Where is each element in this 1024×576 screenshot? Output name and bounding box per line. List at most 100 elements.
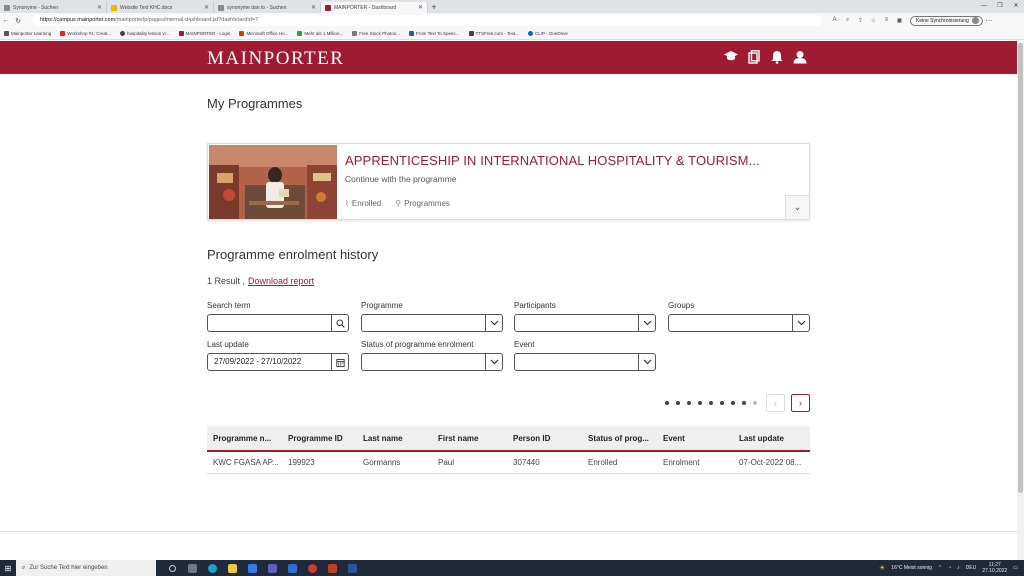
search-term-input[interactable]	[207, 314, 349, 332]
page-scrollbar[interactable]	[1017, 41, 1024, 560]
column-header[interactable]: Event	[657, 434, 733, 443]
scrollbar-thumb[interactable]	[1018, 43, 1023, 493]
maximize-icon[interactable]: ❐	[992, 0, 1008, 13]
word-icon[interactable]	[342, 560, 362, 576]
browser-tab[interactable]: Synonyme - Suchen ✕	[0, 2, 107, 13]
language-indicator[interactable]: DEU	[966, 565, 977, 571]
reload-icon[interactable]: ↻	[12, 17, 24, 25]
bookmark-item[interactable]: Microsoft Office Ho...	[239, 31, 288, 36]
close-tab-icon[interactable]: ✕	[311, 4, 316, 11]
bookmark-item[interactable]: CLIP - OneDrive	[527, 31, 568, 36]
browser-tab[interactable]: Website Text KHC.docx ✕	[107, 2, 214, 13]
browser-tab[interactable]: synonyme dan to - Suchen ✕	[214, 2, 321, 13]
more-menu-icon[interactable]: ⋯	[983, 17, 995, 25]
edge-icon[interactable]	[202, 560, 222, 576]
column-header[interactable]: Person ID	[507, 434, 582, 443]
close-tab-icon[interactable]: ✕	[418, 4, 423, 11]
page-dot[interactable]	[719, 401, 724, 405]
close-tab-icon[interactable]: ✕	[97, 4, 102, 11]
page-dot[interactable]	[741, 401, 746, 405]
tray-chevron-icon[interactable]: ⌃	[938, 565, 942, 571]
chevron-down-icon	[485, 315, 502, 331]
status-filter-select[interactable]	[361, 353, 503, 371]
last-update-date-range[interactable]: 27/09/2022 - 27/10/2022	[207, 353, 349, 371]
calendar-icon[interactable]	[331, 354, 348, 370]
column-header[interactable]: Status of prog...	[582, 434, 657, 443]
read-aloud-icon[interactable]: A	[828, 17, 841, 24]
share-icon[interactable]: ⇪	[854, 17, 867, 24]
windows-start-icon[interactable]: ⊞	[0, 564, 16, 573]
close-tab-icon[interactable]: ✕	[204, 4, 209, 11]
bookmark-item[interactable]: MAINPORTER - Login	[178, 31, 230, 36]
back-icon[interactable]: ←	[0, 17, 12, 24]
search-icon[interactable]	[331, 315, 348, 331]
results-count: 1 Result ,	[207, 276, 246, 286]
page-dot[interactable]	[686, 401, 691, 405]
prev-page-button[interactable]: ‹	[766, 394, 785, 412]
app-icon[interactable]	[282, 560, 302, 576]
table-cell: Paul	[438, 458, 455, 467]
bookmark-item[interactable]: hospitality lesson vi...	[119, 31, 170, 36]
weather-label[interactable]: 16°C Meist sonnig	[891, 565, 932, 571]
task-view-icon[interactable]	[162, 560, 182, 576]
column-header[interactable]: Last update	[733, 434, 810, 443]
close-window-icon[interactable]: ✕	[1008, 0, 1024, 13]
enrolled-status: ⌇ Enrolled	[345, 199, 381, 208]
address-bar-row: ← ↻ https://campus.mainporter.com/mainpo…	[0, 13, 1024, 28]
bell-icon[interactable]	[770, 50, 784, 67]
bookmark-item[interactable]: Mehr als 1 Million...	[297, 31, 343, 36]
documents-icon[interactable]	[747, 50, 761, 67]
zoom-icon[interactable]: ⌕	[841, 17, 854, 24]
url-field[interactable]: https://campus.mainporter.com/mainporter…	[32, 15, 822, 26]
sync-button[interactable]: Keine Synchronisierung	[910, 15, 983, 26]
store-icon[interactable]	[242, 560, 262, 576]
favorites-list-icon[interactable]: ≡	[880, 17, 893, 24]
next-page-button[interactable]: ›	[791, 394, 810, 412]
table-row[interactable]: KWC FGASA AP... 199923 Gormanns Paul 307…	[207, 452, 810, 474]
browser-tab-active[interactable]: MAINPORTER - Dashboard ✕	[321, 2, 428, 13]
programme-filter-select[interactable]	[361, 314, 503, 332]
download-report-link[interactable]: Download report	[248, 276, 314, 286]
column-header[interactable]: Last name	[357, 434, 432, 443]
search-icon: ⌕	[22, 564, 26, 571]
event-filter-select[interactable]	[514, 353, 656, 371]
mainporter-logo[interactable]: MAINPORTER	[207, 48, 344, 70]
network-icon[interactable]: ◔	[948, 565, 951, 571]
page-dot[interactable]	[708, 401, 713, 405]
record-icon[interactable]	[302, 560, 322, 576]
column-header[interactable]: First name	[432, 434, 507, 443]
notifications-icon[interactable]: ▭	[1013, 565, 1018, 571]
bookmark-item[interactable]: Mainporter Learning	[4, 31, 51, 36]
widgets-icon[interactable]	[182, 560, 202, 576]
page-dot[interactable]	[730, 401, 735, 405]
page-dot[interactable]	[675, 401, 680, 405]
favorite-icon[interactable]: ☆	[867, 17, 880, 24]
collections-icon[interactable]: ▣	[893, 17, 906, 24]
bookmark-item[interactable]: Workshop #1: Creat...	[60, 31, 111, 36]
programme-card[interactable]: APPRENTICESHIP IN INTERNATIONAL HOSPITAL…	[207, 143, 810, 220]
new-tab-button[interactable]: +	[428, 2, 440, 13]
bookmark-item[interactable]: From Text To Speec...	[408, 31, 460, 36]
powerpoint-icon[interactable]	[322, 560, 342, 576]
page-dot[interactable]	[664, 401, 669, 405]
taskbar-search[interactable]: ⌕ Zur Suche Text hier eingeben	[16, 560, 156, 576]
user-icon[interactable]	[793, 50, 807, 67]
clock[interactable]: 11:27 27.10.2022	[982, 562, 1007, 574]
minimize-icon[interactable]: —	[976, 0, 992, 13]
column-header[interactable]: Programme ID	[282, 434, 357, 443]
file-explorer-icon[interactable]	[222, 560, 242, 576]
volume-icon[interactable]: ♪	[957, 565, 960, 571]
expand-card-button[interactable]: ⌄	[785, 195, 809, 219]
teams-icon[interactable]	[262, 560, 282, 576]
bookmark-item[interactable]: Free Stock Photos...	[352, 31, 400, 36]
groups-filter-select[interactable]	[668, 314, 810, 332]
column-header[interactable]: Programme n...	[207, 434, 282, 443]
graduation-cap-icon[interactable]	[724, 50, 738, 67]
participants-filter-select[interactable]	[514, 314, 656, 332]
page-dot[interactable]	[752, 401, 757, 405]
page-dot[interactable]	[697, 401, 702, 405]
tab-label: Synonyme - Suchen	[13, 4, 59, 11]
programme-title[interactable]: APPRENTICESHIP IN INTERNATIONAL HOSPITAL…	[345, 153, 760, 168]
weather-icon[interactable]: ☀	[879, 564, 885, 572]
bookmark-item[interactable]: TTSFree.com - Text...	[468, 31, 519, 36]
